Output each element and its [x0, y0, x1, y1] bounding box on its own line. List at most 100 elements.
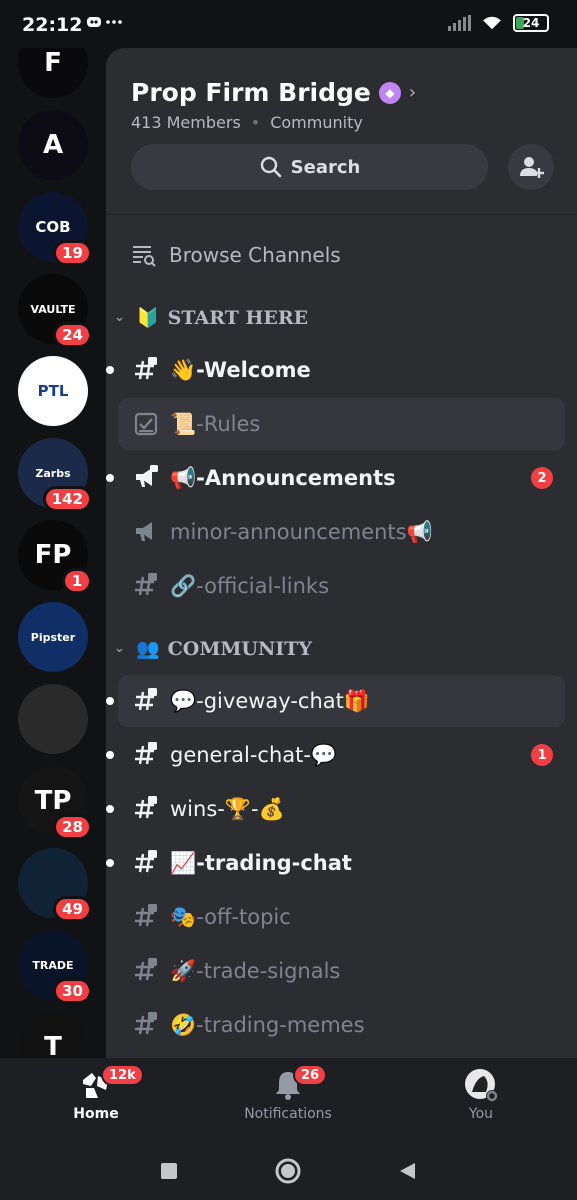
server-header[interactable]: Prop Firm Bridge ◆ › — [131, 78, 416, 107]
server-icon-label: Zarbs — [35, 466, 71, 480]
back-button[interactable] — [392, 1156, 422, 1186]
announcement-icon — [132, 518, 160, 546]
status-notification-icons — [86, 12, 126, 34]
server-icon-label: A — [42, 130, 64, 160]
server-icon[interactable]: F — [18, 48, 88, 98]
browse-channels-label: Browse Channels — [169, 243, 341, 267]
channel-item[interactable]: general-chat-💬 1 — [106, 729, 565, 781]
server-icon[interactable]: T — [18, 1012, 88, 1058]
server-badge: 24 — [53, 322, 92, 348]
server-icon-label: Pipster — [30, 630, 76, 644]
server-icon[interactable]: TP 28 — [18, 766, 92, 840]
status-time: 22:12 — [22, 14, 83, 36]
server-icon[interactable]: Pipster — [18, 602, 88, 672]
channel-item[interactable]: 🎭-off-topic — [118, 891, 565, 943]
channel-name: 🤣-trading-memes — [170, 1012, 365, 1037]
server-icon[interactable]: VAULTE 24 — [18, 274, 92, 348]
avatar — [464, 1068, 498, 1102]
hash-locked-icon — [132, 1011, 160, 1039]
circle-icon — [275, 1158, 301, 1184]
hash-locked-icon — [132, 849, 160, 877]
server-icon[interactable]: PTL — [18, 356, 88, 426]
hash-locked-icon — [132, 572, 160, 600]
channel-item[interactable]: 📜-Rules — [118, 398, 565, 450]
channel-item[interactable]: 📈-trading-chat — [106, 837, 565, 889]
server-icon[interactable]: FP 1 — [18, 520, 92, 594]
channel-item[interactable]: 💬-giveway-chat🎁 — [106, 675, 565, 727]
channel-item[interactable]: 👋-Welcome — [106, 344, 565, 396]
search-label: Search — [290, 156, 361, 178]
hash-locked-icon — [132, 903, 160, 931]
invite-button[interactable] — [508, 144, 554, 190]
signal-icon — [448, 15, 471, 31]
search-icon — [260, 156, 281, 178]
channel-item[interactable]: 🚀-trade-signals — [118, 945, 565, 997]
hash-locked-icon — [132, 356, 160, 384]
rules-icon — [132, 410, 160, 438]
server-icon-label: TP — [34, 786, 72, 816]
boost-icon: ◆ — [378, 81, 401, 104]
category-start-here[interactable]: ⌄ 🔰 START HERE — [114, 306, 309, 330]
channel-name: minor-announcements📢 — [170, 519, 433, 544]
chevron-right-icon: › — [408, 82, 417, 103]
channel-item[interactable]: wins-🏆-💰 — [106, 783, 565, 835]
hash-locked-icon — [132, 795, 160, 823]
category-emoji: 👥 — [136, 638, 160, 660]
category-label: COMMUNITY — [167, 637, 312, 660]
channel-name: 🔗-official-links — [170, 573, 330, 598]
category-label: START HERE — [167, 306, 309, 329]
channel-name: 👋-Welcome — [170, 357, 311, 382]
hash-locked-icon — [132, 687, 160, 715]
server-icon[interactable]: 49 — [18, 848, 92, 922]
channel-name: 📢-Announcements — [170, 465, 396, 490]
channel-name: wins-🏆-💰 — [170, 796, 285, 821]
header-divider — [106, 214, 577, 215]
channel-item[interactable]: 📢-Announcements 2 — [106, 452, 565, 504]
home-label: Home — [73, 1106, 119, 1122]
announcement-locked-icon — [132, 464, 160, 492]
home-system-button[interactable] — [273, 1156, 303, 1186]
nav-notifications[interactable]: 26 Notifications — [228, 1064, 348, 1122]
server-icon-label: VAULTE — [30, 302, 76, 316]
browse-channels-icon — [133, 246, 156, 267]
battery-icon: 24 — [513, 14, 549, 32]
battery-level: 24 — [522, 16, 540, 30]
back-triangle-icon — [400, 1163, 415, 1179]
server-icon-label: PTL — [37, 382, 69, 400]
category-community[interactable]: ⌄ 👥 COMMUNITY — [114, 637, 312, 661]
server-badge: 142 — [42, 486, 92, 512]
server-name: Prop Firm Bridge — [131, 78, 371, 107]
home-badge: 12k — [101, 1064, 144, 1086]
channel-item[interactable]: minor-announcements📢 — [118, 506, 565, 558]
meta-separator: • — [250, 113, 261, 132]
notifications-label: Notifications — [244, 1106, 332, 1122]
server-icon-label: COB — [35, 218, 71, 236]
search-button[interactable]: Search — [131, 144, 488, 190]
server-badge: 28 — [53, 814, 92, 840]
channel-name: 🎭-off-topic — [170, 904, 291, 929]
channel-item[interactable]: 🤣-trading-memes — [118, 999, 565, 1051]
nav-home[interactable]: 12k Home — [36, 1064, 156, 1122]
channel-name: 📈-trading-chat — [170, 850, 352, 875]
bell-icon: 26 — [271, 1064, 328, 1102]
recent-apps-button[interactable] — [154, 1156, 184, 1186]
server-icon[interactable]: Zarbs 142 — [18, 438, 92, 512]
server-badge: 19 — [53, 240, 92, 266]
server-icon[interactable]: TRADE 30 — [18, 930, 92, 1004]
channel-name: 📜-Rules — [170, 411, 261, 436]
browse-channels-button[interactable]: Browse Channels — [131, 242, 341, 268]
nav-you[interactable]: You — [421, 1068, 541, 1122]
wifi-icon — [483, 16, 501, 30]
channel-name: general-chat-💬 — [170, 742, 338, 767]
unread-indicator — [106, 751, 114, 759]
channel-name: 💬-giveway-chat🎁 — [170, 688, 371, 713]
server-icon-label: FP — [34, 540, 72, 570]
channel-panel: Prop Firm Bridge ◆ › 413 Members • Commu… — [106, 48, 577, 1058]
server-icon[interactable]: A — [18, 110, 88, 180]
home-icon: 12k — [79, 1064, 144, 1102]
mention-badge: 1 — [531, 744, 553, 766]
server-icon[interactable]: COB 19 — [18, 192, 92, 266]
server-badge: 30 — [53, 978, 92, 1004]
server-icon[interactable] — [18, 684, 88, 754]
channel-item[interactable]: 🔗-official-links — [118, 560, 565, 612]
